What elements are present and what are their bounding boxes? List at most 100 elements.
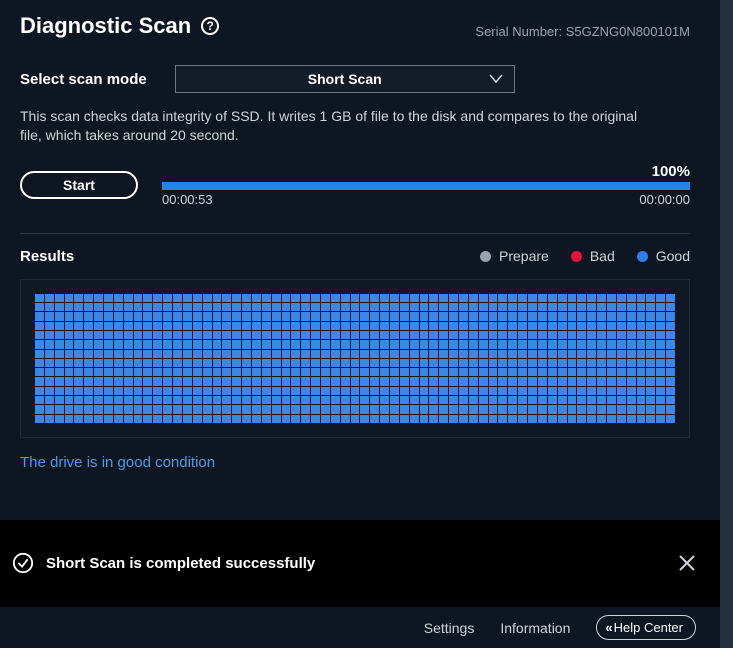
grid-cell <box>153 396 162 404</box>
grid-cell <box>627 415 636 423</box>
grid-cell <box>193 405 202 413</box>
grid-cell <box>617 294 626 302</box>
grid-cell <box>666 340 675 348</box>
grid-cell <box>587 396 596 404</box>
grid-cell <box>35 322 44 330</box>
grid-cell <box>222 303 231 311</box>
grid-cell <box>390 368 399 376</box>
grid-cell <box>232 377 241 385</box>
close-icon[interactable] <box>678 554 696 572</box>
grid-cell <box>104 368 113 376</box>
grid-cell <box>617 359 626 367</box>
grid-cell <box>163 312 172 320</box>
grid-cell <box>360 405 369 413</box>
grid-cell <box>94 350 103 358</box>
results-grid-container <box>20 279 690 438</box>
grid-cell <box>262 303 271 311</box>
grid-cell <box>262 415 271 423</box>
grid-cell <box>459 387 468 395</box>
grid-cell <box>213 294 222 302</box>
settings-button[interactable]: Settings <box>424 620 475 636</box>
grid-cell <box>538 405 547 413</box>
serial-number: Serial Number: S5GZNG0N800101M <box>475 24 690 39</box>
grid-cell <box>94 331 103 339</box>
grid-cell <box>528 294 537 302</box>
scan-mode-select[interactable]: Short Scan <box>175 65 515 93</box>
grid-cell <box>232 405 241 413</box>
grid-cell <box>489 312 498 320</box>
grid-cell <box>291 396 300 404</box>
grid-cell <box>528 396 537 404</box>
grid-cell <box>124 405 133 413</box>
grid-cell <box>558 359 567 367</box>
grid-cell <box>508 303 517 311</box>
grid-cell <box>35 359 44 367</box>
grid-cell <box>351 312 360 320</box>
grid-cell <box>341 359 350 367</box>
grid-cell <box>222 359 231 367</box>
grid-cell <box>193 331 202 339</box>
grid-cell <box>607 331 616 339</box>
grid-cell <box>341 415 350 423</box>
grid-cell <box>429 387 438 395</box>
grid-cell <box>637 415 646 423</box>
divider <box>20 233 690 234</box>
grid-cell <box>74 377 83 385</box>
grid-cell <box>577 377 586 385</box>
grid-cell <box>587 322 596 330</box>
grid-cell <box>104 331 113 339</box>
grid-cell <box>153 377 162 385</box>
information-button[interactable]: Information <box>500 620 570 636</box>
grid-cell <box>518 405 527 413</box>
grid-cell <box>548 368 557 376</box>
grid-cell <box>252 312 261 320</box>
grid-cell <box>508 415 517 423</box>
grid-cell <box>538 350 547 358</box>
grid-cell <box>94 415 103 423</box>
grid-cell <box>252 322 261 330</box>
grid-cell <box>282 312 291 320</box>
help-icon[interactable]: ? <box>201 17 219 35</box>
grid-cell <box>114 368 123 376</box>
grid-cell <box>380 387 389 395</box>
grid-cell <box>637 387 646 395</box>
grid-cell <box>420 368 429 376</box>
grid-cell <box>351 322 360 330</box>
grid-cell <box>410 331 419 339</box>
grid-cell <box>489 415 498 423</box>
grid-cell <box>637 405 646 413</box>
grid-cell <box>498 322 507 330</box>
grid-cell <box>380 294 389 302</box>
grid-cell <box>321 331 330 339</box>
grid-cell <box>301 415 310 423</box>
grid-cell <box>548 322 557 330</box>
grid-cell <box>311 303 320 311</box>
grid-cell <box>173 377 182 385</box>
grid-cell <box>301 340 310 348</box>
grid-cell <box>351 350 360 358</box>
grid-cell <box>134 322 143 330</box>
grid-cell <box>370 294 379 302</box>
grid-cell <box>558 368 567 376</box>
grid-cell <box>291 312 300 320</box>
grid-cell <box>370 340 379 348</box>
grid-cell <box>55 387 64 395</box>
grid-cell <box>429 405 438 413</box>
grid-cell <box>587 312 596 320</box>
help-center-button[interactable]: « Help Center <box>596 615 696 640</box>
grid-cell <box>291 377 300 385</box>
scrollbar-track[interactable] <box>720 0 733 648</box>
grid-cell <box>183 405 192 413</box>
grid-cell <box>360 359 369 367</box>
grid-cell <box>213 322 222 330</box>
start-button[interactable]: Start <box>20 171 138 199</box>
grid-cell <box>252 350 261 358</box>
grid-cell <box>400 350 409 358</box>
grid-cell <box>390 359 399 367</box>
grid-cell <box>262 340 271 348</box>
grid-cell <box>459 331 468 339</box>
grid-cell <box>173 331 182 339</box>
grid-cell <box>163 368 172 376</box>
grid-cell <box>252 405 261 413</box>
grid-cell <box>301 377 310 385</box>
